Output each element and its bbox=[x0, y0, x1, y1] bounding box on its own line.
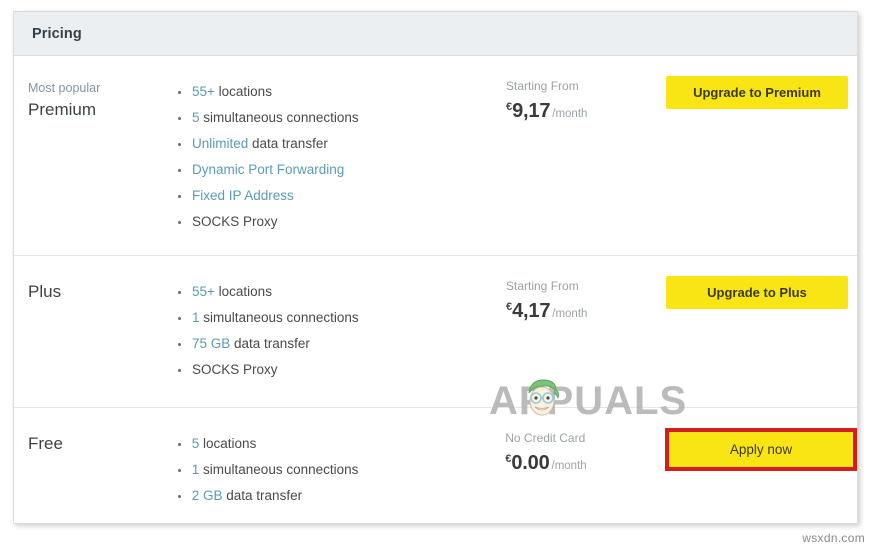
feature-text: simultaneous connections bbox=[199, 462, 359, 477]
price-amount: 9,17 bbox=[512, 100, 551, 122]
feature-text: locations bbox=[214, 84, 272, 99]
plan-row-plus: Plus 55+ locations 1 simultaneous connec… bbox=[14, 255, 857, 407]
plan-action-premium: Upgrade to Premium bbox=[666, 56, 857, 109]
list-item: 75 GB data transfer bbox=[176, 331, 506, 357]
feature-highlight: Dynamic Port Forwarding bbox=[192, 162, 345, 177]
price-period: /month bbox=[551, 460, 587, 472]
feature-list-free: 5 locations 1 simultaneous connections 2… bbox=[176, 431, 505, 509]
feature-highlight: 75 GB bbox=[192, 336, 231, 351]
feature-highlight: Fixed IP Address bbox=[192, 188, 294, 203]
feature-highlight: Unlimited bbox=[192, 136, 249, 151]
plan-row-premium: Most popular Premium 55+ locations 5 sim… bbox=[14, 56, 857, 255]
price-amount: 4,17 bbox=[512, 300, 551, 322]
plan-title-plus: Plus bbox=[28, 282, 62, 301]
price-caption: No Credit Card bbox=[505, 431, 586, 445]
apply-now-highlight-annotation: Apply now bbox=[665, 428, 857, 471]
list-item: 5 simultaneous connections bbox=[176, 105, 506, 131]
upgrade-to-plus-button[interactable]: Upgrade to Plus bbox=[666, 276, 848, 309]
feature-highlight: 1 bbox=[192, 310, 200, 325]
list-item: Unlimited data transfer bbox=[176, 131, 506, 157]
plan-features-free: 5 locations 1 simultaneous connections 2… bbox=[176, 408, 505, 509]
pricing-card: Pricing Most popular Premium 55+ locatio… bbox=[13, 11, 858, 524]
list-item: 5 locations bbox=[176, 431, 505, 457]
plan-title-free: Free bbox=[28, 434, 63, 453]
plan-price-premium: Starting From €9,17/month bbox=[506, 56, 666, 126]
list-item: SOCKS Proxy bbox=[176, 209, 506, 235]
plan-features-plus: 55+ locations 1 simultaneous connections… bbox=[176, 256, 506, 383]
price-line: €4,17/month bbox=[506, 295, 666, 326]
list-item: 55+ locations bbox=[176, 279, 506, 305]
feature-list-premium: 55+ locations 5 simultaneous connections… bbox=[176, 79, 506, 235]
feature-highlight: 2 GB bbox=[191, 488, 223, 503]
feature-text: locations bbox=[199, 436, 257, 451]
plan-name-column-plus: Plus bbox=[14, 256, 176, 304]
feature-text: SOCKS Proxy bbox=[192, 362, 278, 377]
feature-text: simultaneous connections bbox=[199, 110, 359, 125]
price-amount: 0.00 bbox=[511, 452, 550, 474]
list-item: 2 GB data transfer bbox=[176, 483, 505, 509]
most-popular-badge: Most popular bbox=[28, 81, 101, 95]
feature-list-plus: 55+ locations 1 simultaneous connections… bbox=[176, 279, 506, 383]
plan-action-free: Apply now bbox=[665, 408, 857, 471]
feature-text: data transfer bbox=[248, 136, 328, 151]
list-item: Fixed IP Address bbox=[176, 183, 506, 209]
feature-text: data transfer bbox=[230, 336, 310, 351]
plan-price-free: No Credit Card €0.00/month bbox=[505, 408, 665, 478]
list-item: Dynamic Port Forwarding bbox=[176, 157, 506, 183]
feature-text: data transfer bbox=[222, 488, 303, 503]
apply-now-button[interactable]: Apply now bbox=[670, 433, 852, 466]
card-header: Pricing bbox=[14, 12, 857, 56]
plan-name-column-free: Free bbox=[14, 408, 176, 456]
feature-text: simultaneous connections bbox=[199, 310, 359, 325]
list-item: 1 simultaneous connections bbox=[176, 305, 506, 331]
plan-name-column-premium: Most popular Premium bbox=[14, 56, 176, 122]
feature-text: locations bbox=[214, 284, 272, 299]
list-item: 1 simultaneous connections bbox=[176, 457, 505, 483]
price-period: /month bbox=[552, 108, 588, 120]
feature-highlight: 5 bbox=[192, 110, 200, 125]
feature-highlight: 55+ bbox=[192, 284, 215, 299]
plan-row-free: Free 5 locations 1 simultaneous connecti… bbox=[14, 407, 857, 523]
price-caption: Starting From bbox=[506, 79, 579, 93]
site-watermark: wsxdn.com bbox=[802, 531, 865, 545]
list-item: 55+ locations bbox=[176, 79, 506, 105]
feature-text: SOCKS Proxy bbox=[192, 214, 278, 229]
upgrade-to-premium-button[interactable]: Upgrade to Premium bbox=[666, 76, 848, 109]
plan-title-premium: Premium bbox=[28, 100, 97, 119]
plan-action-plus: Upgrade to Plus bbox=[666, 256, 857, 309]
feature-highlight: 55+ bbox=[192, 84, 215, 99]
price-line: €0.00/month bbox=[505, 447, 665, 478]
price-line: €9,17/month bbox=[506, 95, 666, 126]
list-item: SOCKS Proxy bbox=[176, 357, 506, 383]
page-title: Pricing bbox=[32, 25, 82, 42]
plan-features-premium: 55+ locations 5 simultaneous connections… bbox=[176, 56, 506, 235]
price-period: /month bbox=[552, 308, 588, 320]
plan-price-plus: Starting From €4,17/month bbox=[506, 256, 666, 326]
price-caption: Starting From bbox=[506, 279, 579, 293]
